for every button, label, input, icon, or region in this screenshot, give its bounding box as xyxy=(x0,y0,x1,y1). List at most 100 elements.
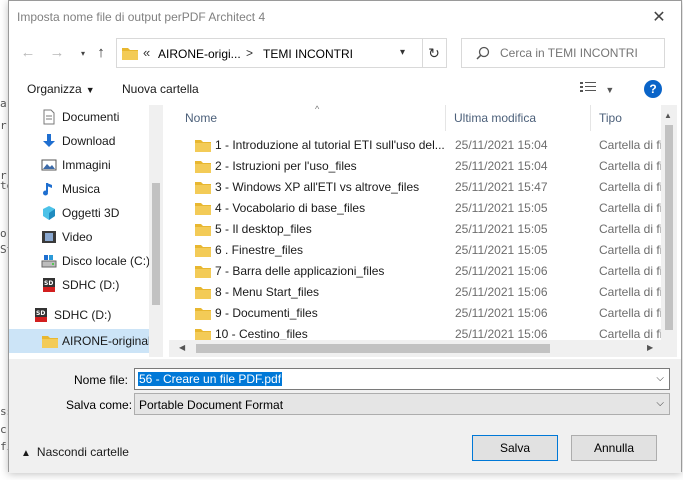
sidebar-item-download[interactable]: Download xyxy=(9,129,149,153)
table-row[interactable]: 6 . Finestre_files 25/11/2021 15:05 Cartel… xyxy=(185,240,677,261)
save-type-select[interactable]: Portable Document Format ⌵ xyxy=(134,393,670,415)
scroll-left-icon[interactable]: ◀ xyxy=(179,343,185,352)
column-header-name[interactable]: Nome ^ xyxy=(169,105,446,131)
address-dropdown-icon[interactable]: ▾ xyxy=(400,47,405,58)
refresh-button[interactable]: ↻ xyxy=(422,38,447,68)
file-modified: 25/11/2021 15:06 xyxy=(455,327,548,341)
breadcrumb-segment[interactable]: AIRONE-origi... xyxy=(158,47,241,61)
scrollbar-thumb[interactable] xyxy=(196,344,550,353)
filename-label: Nome file: xyxy=(74,373,129,387)
search-input[interactable] xyxy=(500,39,660,67)
help-button[interactable]: ? xyxy=(644,80,662,98)
back-button[interactable]: ← xyxy=(17,41,39,63)
sidebar-item-label: Disco locale (C:) xyxy=(62,254,151,268)
sidebar-item-immagini[interactable]: Immagini xyxy=(9,153,149,177)
folder-icon xyxy=(195,159,211,176)
folder-icon xyxy=(42,333,58,349)
file-modified: 25/11/2021 15:05 xyxy=(455,243,548,257)
sidebar-item-documenti[interactable]: Documenti xyxy=(9,105,149,129)
table-row[interactable]: 9 - Documenti_files 25/11/2021 15:06 Carte… xyxy=(185,303,677,324)
new-folder-button[interactable]: Nuova cartella xyxy=(122,82,199,96)
file-name: 5 - Il desktop_files xyxy=(215,222,312,236)
file-modified: 25/11/2021 15:05 xyxy=(455,222,548,236)
table-row[interactable]: 4 - Vocabolario di base_files 25/11/2021 … xyxy=(185,198,677,219)
file-modified: 25/11/2021 15:05 xyxy=(455,201,548,215)
drive-icon xyxy=(41,253,57,269)
folder-icon xyxy=(195,180,211,197)
download-icon xyxy=(41,133,57,149)
column-label: Nome xyxy=(185,111,218,125)
chevron-down-icon: ⌵ xyxy=(656,398,664,409)
chevron-down-icon: ▼ xyxy=(605,85,615,95)
file-name: 8 - Menu Start_files xyxy=(215,285,320,299)
table-row[interactable]: 2 - Istruzioni per l'uso_files 25/11/2021… xyxy=(185,156,677,177)
sidebar-item-label: Download xyxy=(62,134,116,148)
sidebar-scrollbar[interactable] xyxy=(149,105,163,357)
file-modified: 25/11/2021 15:04 xyxy=(455,138,548,152)
breadcrumb-separator-icon[interactable]: > xyxy=(246,46,253,60)
folder-icon xyxy=(195,264,211,281)
chevron-down-icon: ▾ xyxy=(80,48,85,58)
table-row[interactable]: 3 - Windows XP all'ETI vs altrove_files 2… xyxy=(185,177,677,198)
pictures-icon xyxy=(41,157,57,173)
column-header-modified[interactable]: Ultima modifica xyxy=(446,105,591,131)
sidebar-item-disco-locale[interactable]: Disco locale (C:) xyxy=(9,249,151,273)
close-button[interactable]: ✕ xyxy=(637,1,681,32)
folder-icon xyxy=(195,306,211,323)
table-row[interactable]: 8 - Menu Start_files 25/11/2021 15:06 Cart… xyxy=(185,282,677,303)
filename-input[interactable]: 56 - Creare un file PDF.pdf ⌵ xyxy=(134,368,670,390)
scrollbar-thumb[interactable] xyxy=(152,183,160,305)
table-row[interactable]: 5 - Il desktop_files 25/11/2021 15:05 Cart… xyxy=(185,219,677,240)
table-row[interactable]: 1 - Introduzione al tutorial ETI sull'us… xyxy=(185,135,677,156)
address-bar[interactable]: « AIRONE-origi... > TEMI INCONTRI ▾ xyxy=(116,38,423,68)
table-row[interactable]: 7 - Barra delle applicazioni_files 25/11/… xyxy=(185,261,677,282)
hide-folders-toggle[interactable]: ▲ Nascondi cartelle xyxy=(21,445,129,459)
caret-up-icon: ▲ xyxy=(21,448,31,459)
file-type: Cartella di file xyxy=(599,306,669,320)
file-modified: 25/11/2021 15:06 xyxy=(455,264,548,278)
column-label: Tipo xyxy=(599,111,622,125)
search-icon xyxy=(476,46,490,63)
view-options-button[interactable]: ▼ xyxy=(580,81,614,96)
video-icon xyxy=(41,229,57,245)
file-name: 4 - Vocabolario di base_files xyxy=(215,201,366,215)
hide-folders-label: Nascondi cartelle xyxy=(36,445,129,459)
folder-icon xyxy=(195,285,211,302)
sidebar-item-sdhc-root[interactable]: SD SDHC (D:) xyxy=(9,303,149,327)
cancel-button[interactable]: Annulla xyxy=(571,435,657,461)
sidebar-item-label: SDHC (D:) xyxy=(54,308,112,322)
sidebar-item-sdhc[interactable]: SD SDHC (D:) xyxy=(9,273,149,297)
up-button[interactable]: ↑ xyxy=(90,41,112,63)
documents-icon xyxy=(41,109,57,125)
overflow-chevron-icon[interactable]: « xyxy=(143,45,150,60)
organize-menu[interactable]: Organizza ▼ xyxy=(27,82,95,96)
chevron-down-icon[interactable]: ⌵ xyxy=(656,373,664,384)
save-button[interactable]: Salva xyxy=(472,435,558,461)
filename-value[interactable]: 56 - Creare un file PDF.pdf xyxy=(138,372,283,386)
sidebar-item-label: Oggetti 3D xyxy=(62,206,120,220)
search-box[interactable] xyxy=(461,38,665,68)
folder-icon xyxy=(195,243,211,260)
window-title: Imposta nome file di output perPDF Archi… xyxy=(17,10,266,24)
sidebar-item-label: Documenti xyxy=(62,110,120,124)
column-header-type[interactable]: Tipo xyxy=(591,105,661,131)
file-name: 10 - Cestino_files xyxy=(215,327,308,341)
3d-objects-icon xyxy=(41,205,57,221)
file-list-vertical-scrollbar[interactable]: ▲ xyxy=(661,105,677,357)
sidebar-item-musica[interactable]: Musica xyxy=(9,177,149,201)
column-label: Ultima modifica xyxy=(454,111,537,125)
scroll-right-icon[interactable]: ▶ xyxy=(647,343,653,352)
scroll-up-icon[interactable]: ▲ xyxy=(664,111,672,120)
file-type: Cartella di file xyxy=(599,264,669,278)
forward-button[interactable]: → xyxy=(46,41,68,63)
breadcrumb-segment[interactable]: TEMI INCONTRI xyxy=(263,47,353,61)
file-type: Cartella di file xyxy=(599,285,669,299)
sidebar-item-video[interactable]: Video xyxy=(9,225,149,249)
file-list-horizontal-scrollbar[interactable]: ◀ ▶ xyxy=(169,340,661,357)
scrollbar-thumb[interactable] xyxy=(665,125,673,330)
chevron-down-icon: ▼ xyxy=(85,85,95,95)
sidebar-item-label: Video xyxy=(62,230,93,244)
sidebar-item-oggetti-3d[interactable]: Oggetti 3D xyxy=(9,201,149,225)
sidebar-item-airone[interactable]: AIRONE-original xyxy=(9,329,151,353)
save-dialog: Imposta nome file di output perPDF Archi… xyxy=(8,0,682,473)
